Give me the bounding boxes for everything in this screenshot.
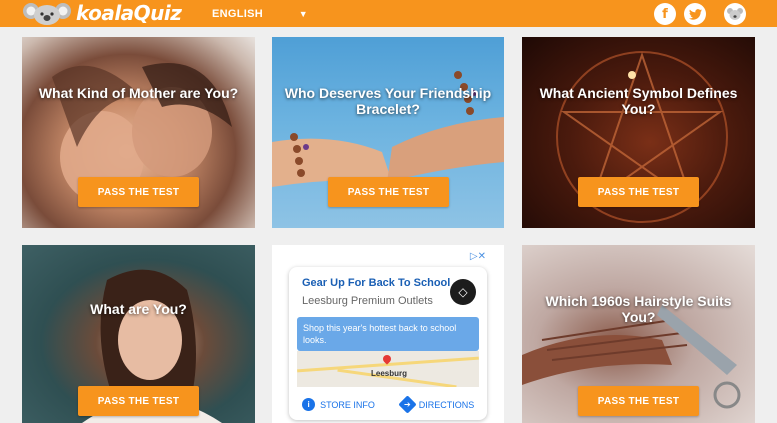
quiz-title: What Kind of Mother are You? [38, 85, 239, 101]
advertiser-logo-icon: ◇ [450, 279, 476, 305]
quiz-title: Which 1960s Hairstyle Suits You? [545, 293, 732, 325]
ad-advertiser: Leesburg Premium Outlets [302, 295, 433, 307]
quiz-card[interactable]: What Kind of Mother are You? PASS THE TE… [22, 37, 255, 228]
ad-message: Shop this year's hottest back to school … [297, 317, 479, 351]
ad-map[interactable]: Leesburg [297, 351, 479, 387]
pass-test-button[interactable]: PASS THE TEST [578, 386, 699, 416]
quiz-card[interactable]: Who Deserves Your Friendship Bracelet? P… [272, 37, 504, 228]
facebook-icon[interactable]: f [654, 3, 676, 25]
advertisement[interactable]: ▷✕ Gear Up For Back To School Leesburg P… [272, 245, 504, 423]
directions-label: DIRECTIONS [418, 399, 475, 410]
map-label: Leesburg [371, 369, 408, 378]
quiz-title: What Ancient Symbol Defines You? [539, 85, 738, 117]
brand-name: koalaQuiz [76, 1, 182, 25]
ad-panel[interactable]: Gear Up For Back To School Leesburg Prem… [289, 267, 487, 420]
pass-test-button[interactable]: PASS THE TEST [578, 177, 699, 207]
quiz-card[interactable]: Which 1960s Hairstyle Suits You? PASS TH… [522, 245, 755, 423]
twitter-icon[interactable] [684, 3, 706, 25]
directions-button[interactable]: ➔ DIRECTIONS [388, 395, 487, 414]
user-avatar-icon[interactable] [724, 3, 746, 25]
quiz-card[interactable]: What Ancient Symbol Defines You? PASS TH… [522, 37, 755, 228]
site-logo[interactable]: koalaQuiz [22, 1, 182, 25]
quiz-card[interactable]: What are You? PASS THE TEST [22, 245, 255, 423]
language-label: ENGLISH [212, 7, 263, 20]
language-select[interactable]: ENGLISH ▼ [212, 0, 308, 27]
pass-test-button[interactable]: PASS THE TEST [328, 177, 449, 207]
store-info-label: STORE INFO [320, 399, 375, 410]
quiz-title: Who Deserves Your Friendship Bracelet? [284, 85, 492, 117]
quiz-title: What are You? [90, 301, 187, 317]
chevron-down-icon: ▼ [298, 8, 308, 19]
ad-choices-icon[interactable]: ▷✕ [470, 251, 486, 262]
top-bar: koalaQuiz ENGLISH ▼ f [0, 0, 777, 27]
koala-icon [22, 2, 72, 25]
info-icon: i [302, 398, 316, 411]
pass-test-button[interactable]: PASS THE TEST [78, 177, 199, 207]
ad-headline[interactable]: Gear Up For Back To School [302, 277, 450, 289]
pass-test-button[interactable]: PASS THE TEST [78, 386, 199, 416]
directions-icon: ➔ [398, 395, 417, 414]
store-info-button[interactable]: i STORE INFO [289, 398, 388, 411]
ad-actions: i STORE INFO ➔ DIRECTIONS [289, 389, 487, 420]
